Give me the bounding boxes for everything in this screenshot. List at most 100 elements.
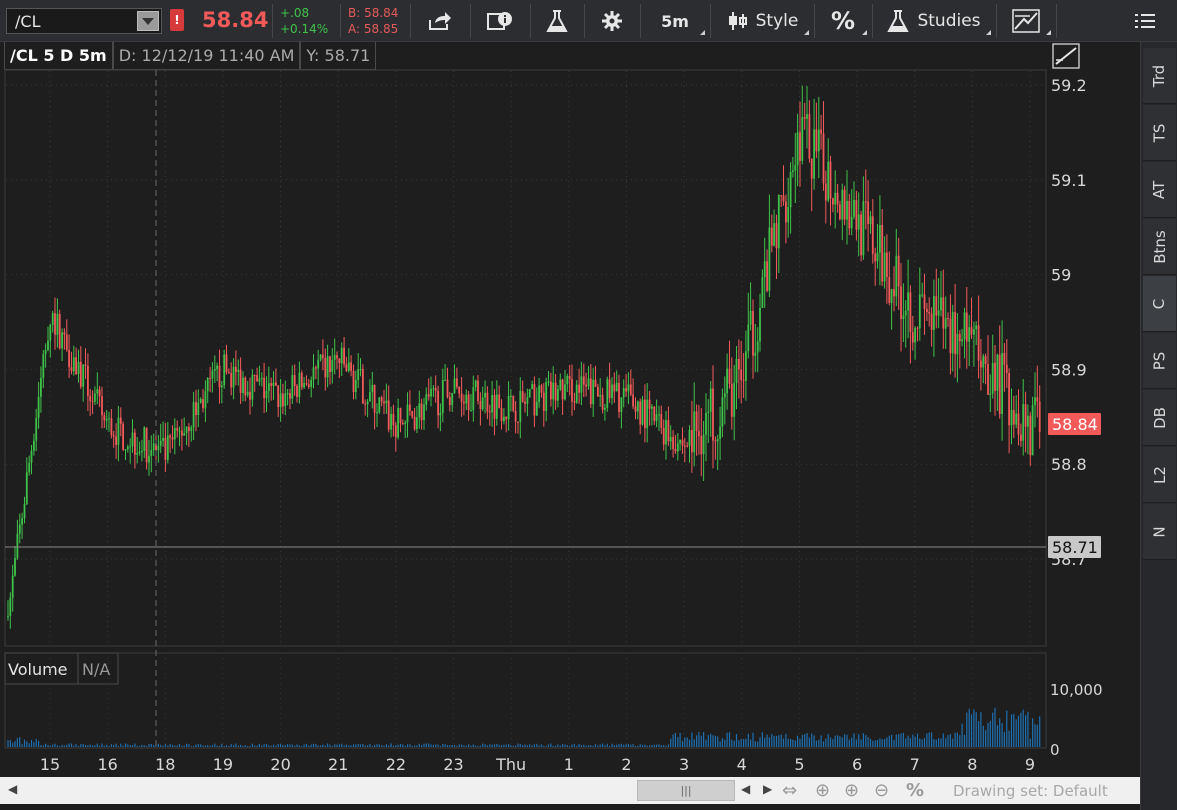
volume-bar — [681, 741, 684, 747]
time-tick-label: 8 — [967, 755, 977, 774]
volume-bar — [225, 745, 228, 747]
volume-bar — [289, 744, 291, 747]
tab-ts[interactable]: TS — [1143, 105, 1176, 161]
candle-body — [79, 361, 82, 387]
volume-bar — [82, 743, 84, 747]
volume-bar — [656, 744, 658, 747]
candle-body — [463, 401, 465, 404]
volume-bar — [970, 714, 973, 747]
tab-l2[interactable]: L2 — [1143, 447, 1176, 503]
volume-bar — [639, 744, 641, 747]
candle-body — [126, 446, 129, 450]
candle-body — [625, 388, 627, 392]
volume-bar — [392, 745, 394, 747]
volume-bar — [759, 737, 761, 747]
volume-bar — [564, 744, 566, 747]
volume-bar — [254, 745, 256, 747]
volume-bar — [503, 744, 505, 747]
candle-body — [256, 375, 258, 382]
scroll-left-icon[interactable]: ◀ — [8, 782, 17, 796]
candle-body — [841, 189, 844, 220]
tab-btns[interactable]: Btns — [1143, 219, 1176, 275]
tab-trd[interactable]: Trd — [1143, 48, 1176, 104]
candle-body — [199, 399, 202, 403]
tab-c[interactable]: C — [1143, 276, 1176, 332]
candle-body — [420, 403, 423, 421]
zoom-in-icon[interactable]: ⊕ — [844, 780, 859, 801]
volume-bar — [439, 746, 441, 747]
candle-body — [101, 396, 103, 416]
candle-body — [51, 313, 54, 325]
candle-body — [965, 312, 968, 342]
tab-ps[interactable]: PS — [1143, 333, 1176, 389]
candle-body — [444, 379, 446, 381]
candle-body — [719, 426, 721, 439]
crosshair-icon[interactable]: ⊕ — [815, 780, 830, 801]
candle-body — [597, 386, 599, 397]
volume-bar — [602, 743, 604, 747]
volume-bar — [909, 738, 911, 747]
percent-zoom-icon[interactable]: % — [906, 780, 924, 801]
candle-body — [148, 455, 150, 463]
tab-db[interactable]: DB — [1143, 390, 1176, 446]
volume-bar — [388, 745, 390, 747]
candle-body — [829, 161, 832, 199]
candle-body — [451, 393, 454, 406]
candle-body — [411, 410, 414, 417]
volume-bar — [146, 745, 148, 747]
candle-body — [239, 369, 242, 393]
volume-bar — [303, 744, 305, 747]
candle-body — [646, 399, 649, 428]
volume-bar — [432, 744, 434, 747]
volume-bar — [822, 741, 825, 747]
volume-bar — [186, 743, 188, 747]
volume-bar — [703, 732, 705, 747]
volume-bar — [376, 744, 378, 747]
volume-bar — [874, 740, 876, 747]
candle-body — [947, 318, 949, 319]
candle-body — [871, 216, 874, 254]
candle-body — [540, 385, 543, 393]
volume-bar — [446, 745, 449, 747]
candle-body — [648, 399, 651, 409]
volume-bar — [573, 744, 575, 747]
candle-body — [326, 356, 329, 378]
candle-body — [1001, 353, 1003, 414]
tab-at[interactable]: AT — [1143, 162, 1176, 218]
volume-bar — [773, 735, 775, 747]
horizontal-scrollbar[interactable]: ◀ ||| ◀ ▶ ⇔ ⊕ ⊕ ⊖ % Drawing set: Default — [0, 777, 1140, 804]
volume-bar — [334, 744, 336, 747]
volume-bar — [778, 735, 780, 747]
scroll-thumb[interactable]: ||| — [637, 780, 735, 801]
volume-bar — [383, 745, 385, 747]
volume-bar — [919, 738, 921, 747]
volume-bar — [89, 744, 91, 747]
candle-body — [213, 368, 216, 371]
volume-bar — [402, 744, 404, 747]
scroll-forward-icon[interactable]: ▶ — [763, 782, 772, 796]
volume-bar — [397, 744, 399, 747]
candle-body — [1029, 415, 1032, 456]
volume-bar — [275, 745, 277, 747]
scroll-back-icon[interactable]: ◀ — [741, 782, 750, 796]
volume-bar — [284, 745, 286, 747]
candle-body — [446, 379, 449, 397]
candle-body — [484, 392, 486, 398]
volume-bar — [106, 744, 108, 747]
axis-scale-icon[interactable] — [1052, 43, 1080, 69]
candle-body — [303, 383, 305, 388]
volume-bar — [143, 745, 145, 747]
drawing-set-label[interactable]: Drawing set: Default — [953, 782, 1108, 800]
candle-body — [789, 172, 792, 208]
time-tick-label: 7 — [910, 755, 920, 774]
price-chart[interactable]: Volume N/A 59.259.15958.958.858.7 15 16 18… — [0, 0, 1140, 777]
time-tick-label: 6 — [852, 755, 862, 774]
volume-bar — [235, 743, 237, 747]
zoom-out-icon[interactable]: ⊖ — [874, 780, 889, 801]
volume-bar — [127, 744, 129, 747]
candle-body — [759, 307, 761, 342]
pan-icon[interactable]: ⇔ — [782, 780, 797, 801]
volume-bar — [785, 733, 787, 747]
price-tick-label: 58.9 — [1051, 360, 1087, 379]
tab-n[interactable]: N — [1143, 504, 1176, 560]
